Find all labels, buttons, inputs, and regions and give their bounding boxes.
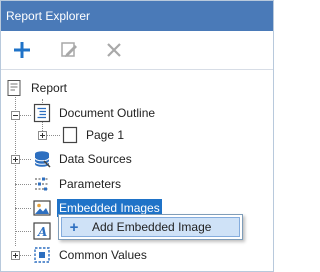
tree-item-page-1[interactable]: Page 1 xyxy=(62,125,126,145)
report-explorer-window: Report Explorer Report Document Outline … xyxy=(0,0,274,272)
tree-item-label: Report xyxy=(31,81,68,95)
expand-toggle[interactable] xyxy=(11,155,20,164)
delete-button[interactable] xyxy=(101,37,127,63)
tree-item-label: Parameters xyxy=(59,177,122,191)
svg-text:A: A xyxy=(37,225,47,239)
add-embedded-image-menu-item[interactable]: + Add Embedded Image xyxy=(61,217,240,237)
add-button[interactable] xyxy=(9,37,35,63)
document-outline-icon xyxy=(33,103,51,123)
tree-line xyxy=(15,184,31,185)
tree-item-data-sources[interactable]: Data Sources xyxy=(32,149,134,169)
report-icon xyxy=(7,80,21,96)
tree-item-label: Page 1 xyxy=(86,128,125,142)
x-icon xyxy=(107,43,121,57)
tree-line xyxy=(19,255,31,256)
expand-toggle[interactable] xyxy=(11,251,20,260)
tree-line xyxy=(46,135,60,136)
collapse-toggle[interactable] xyxy=(11,111,20,120)
tree-item-parameters[interactable]: Parameters xyxy=(32,174,123,194)
menu-item-label: Add Embedded Image xyxy=(92,220,212,234)
tree-item-document-outline[interactable]: Document Outline xyxy=(32,103,157,123)
tree-item-label: Common Values xyxy=(59,248,147,262)
tree-item-common-values[interactable]: Common Values xyxy=(32,245,149,265)
window-title: Report Explorer xyxy=(6,9,91,23)
toolbar xyxy=(1,31,273,70)
tree-line xyxy=(15,208,31,209)
font-icon: A xyxy=(33,222,51,240)
tree-line xyxy=(19,115,31,116)
tree-item-label: Data Sources xyxy=(59,152,132,166)
database-icon xyxy=(34,151,51,168)
plus-icon: + xyxy=(69,218,79,236)
tree-line xyxy=(15,231,31,232)
tree-line xyxy=(19,159,31,160)
parameters-icon xyxy=(35,177,49,191)
tree-item-embedded-fonts[interactable]: A xyxy=(32,221,61,241)
tree-item-label: Document Outline xyxy=(59,106,156,120)
expand-toggle[interactable] xyxy=(38,131,47,140)
report-tree: Report Document Outline Page 1 Data Sour… xyxy=(1,71,273,271)
page-icon xyxy=(62,126,78,144)
edit-button[interactable] xyxy=(56,37,82,63)
image-icon xyxy=(33,200,51,216)
common-values-icon xyxy=(34,247,50,263)
pencil-icon xyxy=(61,42,77,57)
plus-icon xyxy=(14,42,30,58)
context-menu: + Add Embedded Image xyxy=(58,214,243,240)
tree-root-report[interactable]: Report xyxy=(5,78,69,98)
title-bar: Report Explorer xyxy=(1,1,273,31)
